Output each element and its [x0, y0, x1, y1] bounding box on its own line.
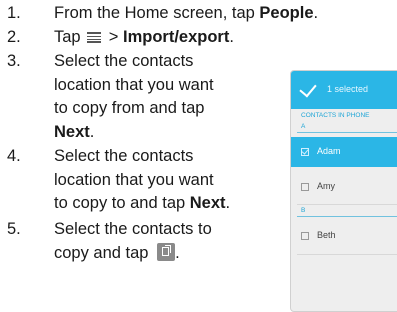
- section-header: CONTACTS IN PHONE: [301, 112, 370, 119]
- step-text-line: to copy to and tap Next.: [54, 194, 231, 212]
- contact-name: Amy: [317, 181, 335, 191]
- step-text: Tap > Import/export.: [54, 28, 234, 46]
- divider: [297, 254, 397, 255]
- people-label: People: [259, 4, 314, 22]
- import-export-label: Import/export: [123, 28, 230, 46]
- divider: [297, 216, 397, 217]
- check-icon[interactable]: [299, 79, 317, 98]
- contact-row-amy[interactable]: Amy: [291, 172, 397, 202]
- contact-checkbox[interactable]: [301, 148, 309, 156]
- contact-row-beth[interactable]: Beth: [291, 221, 397, 251]
- step-text-line: to copy from and tap: [54, 99, 205, 117]
- section-letter-b: B: [301, 207, 306, 214]
- menu-icon: [87, 32, 102, 43]
- step-number: 1.: [7, 4, 21, 22]
- phone-screenshot: 1 selected CONTACTS IN PHONE A Adam Amy …: [290, 70, 397, 312]
- contact-name: Beth: [317, 230, 336, 240]
- step-text-line: location that you want: [54, 75, 214, 94]
- step-text-line: copy and tap .: [54, 242, 180, 262]
- divider: [297, 132, 397, 133]
- selection-count: 1 selected: [327, 84, 369, 94]
- contact-checkbox[interactable]: [301, 232, 309, 240]
- step-text-line: location that you want: [54, 170, 214, 189]
- copy-icon: [157, 242, 176, 261]
- next-label: Next: [189, 194, 226, 212]
- step-text-line: Select the contacts: [54, 52, 194, 70]
- step-text: From the Home screen, tap People.: [54, 4, 319, 22]
- contact-name: Adam: [317, 146, 341, 156]
- step-number: 4.: [7, 147, 21, 165]
- step-text-line: Select the contacts to: [54, 220, 212, 238]
- step-number: 5.: [7, 220, 21, 238]
- next-label: Next: [54, 122, 90, 141]
- step-number: 2.: [7, 28, 21, 46]
- contact-row-adam[interactable]: Adam: [291, 137, 397, 167]
- step-text-line: Next.: [54, 122, 95, 141]
- step-text-line: Select the contacts: [54, 147, 194, 165]
- divider: [297, 204, 397, 205]
- selection-action-bar: 1 selected: [291, 71, 397, 109]
- step-number: 3.: [7, 52, 21, 70]
- section-letter-a: A: [301, 123, 306, 130]
- contact-checkbox[interactable]: [301, 183, 309, 191]
